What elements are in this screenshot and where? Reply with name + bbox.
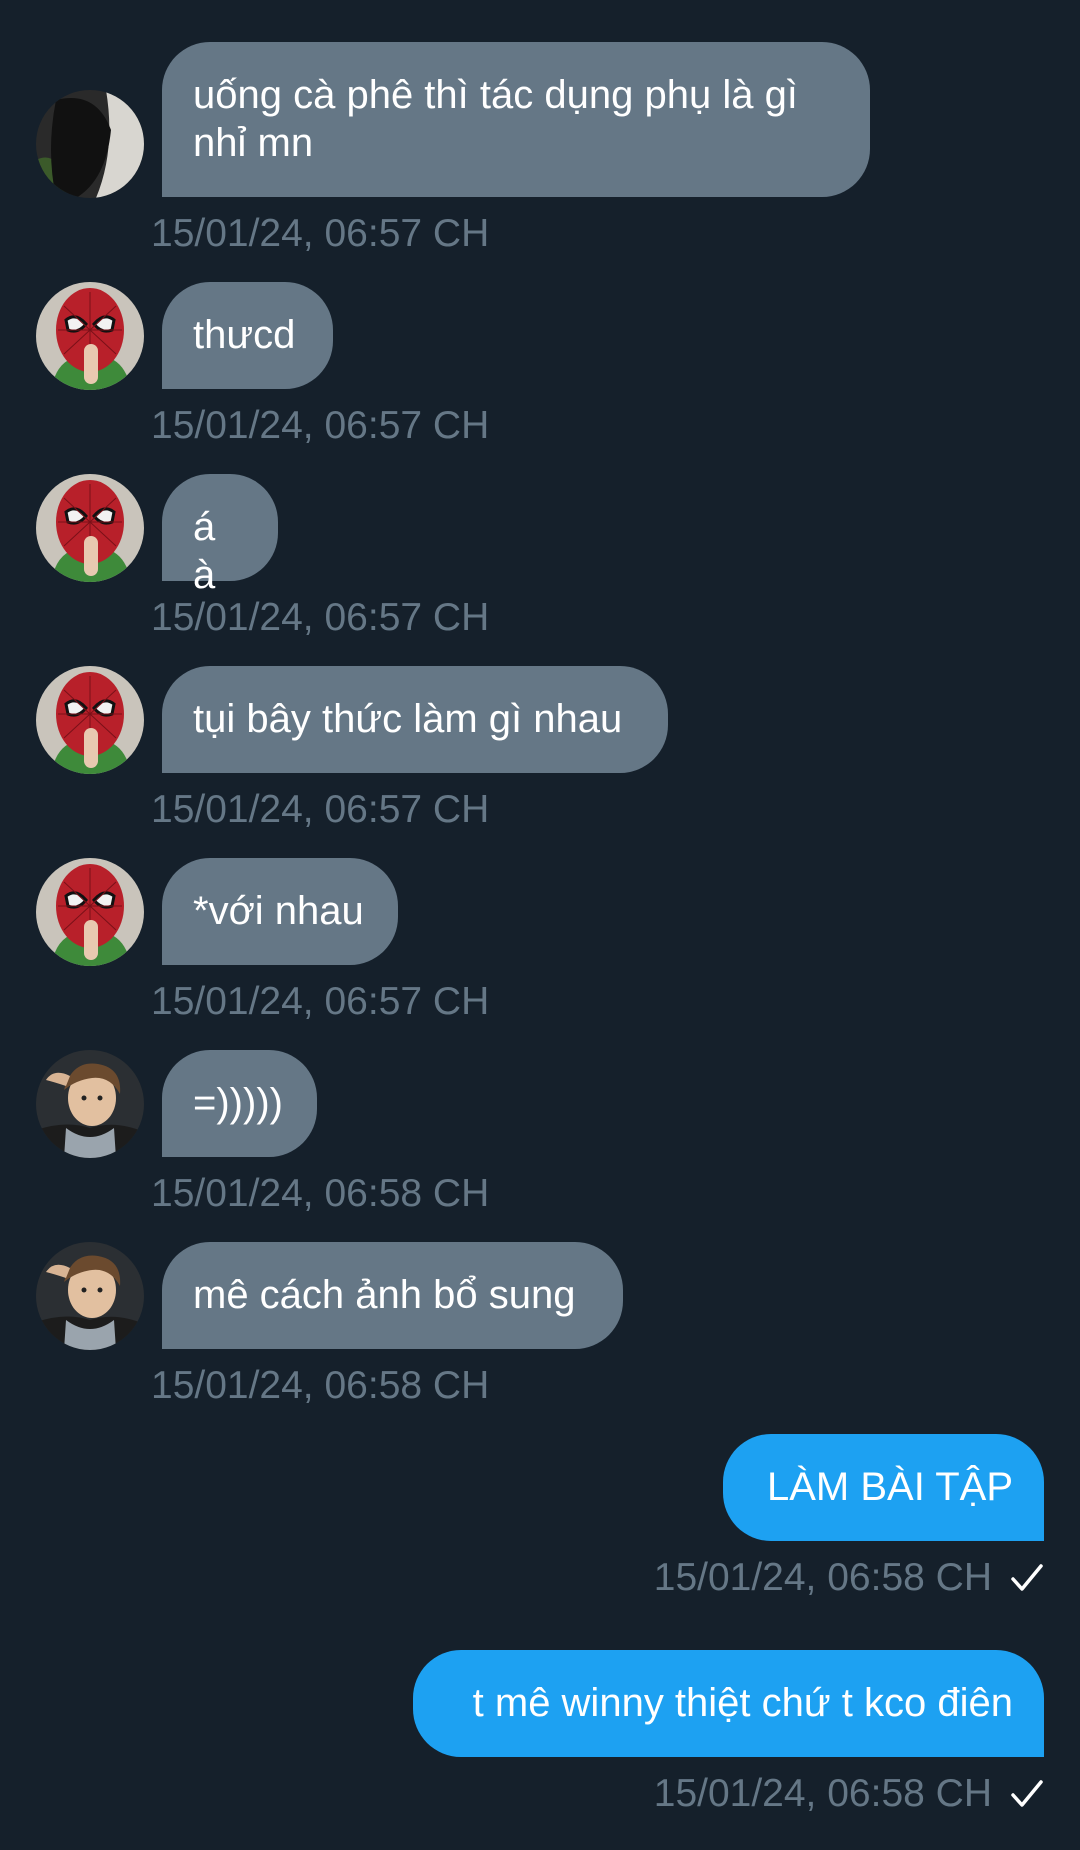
spiderman-avatar-icon — [36, 666, 144, 774]
boy-avatar-icon — [36, 1050, 144, 1158]
message-bubble[interactable]: mê cách ảnh bổ sung — [162, 1242, 623, 1349]
sender-avatar[interactable] — [36, 90, 144, 198]
message-timestamp: 15/01/24, 06:58 CH — [151, 1364, 490, 1407]
spiderman-avatar-icon — [36, 474, 144, 582]
check-icon — [1011, 1780, 1043, 1807]
sender-avatar[interactable] — [36, 1050, 144, 1158]
sender-avatar[interactable] — [36, 474, 144, 582]
boy-avatar-icon — [36, 1242, 144, 1350]
message-bubble[interactable]: uống cà phê thì tác dụng phụ là gì nhỉ m… — [162, 42, 870, 197]
check-icon — [1011, 1564, 1043, 1591]
message-text: mê cách ảnh bổ sung — [193, 1273, 576, 1317]
message-time-text: 15/01/24, 06:58 CH — [653, 1556, 992, 1599]
message-text: *với nhau — [193, 889, 364, 933]
message-bubble[interactable]: =))))) — [162, 1050, 317, 1157]
message-timestamp: 15/01/24, 06:57 CH — [151, 212, 490, 255]
message-bubble[interactable]: thưcd — [162, 282, 333, 389]
message-bubble[interactable]: *với nhau — [162, 858, 398, 965]
message-timestamp: 15/01/24, 06:57 CH — [151, 404, 490, 447]
message-text: á à — [193, 505, 216, 597]
sender-avatar[interactable] — [36, 666, 144, 774]
message-timestamp: 15/01/24, 06:58 CH — [654, 1772, 1044, 1816]
message-text: tụi bây thức làm gì nhau — [193, 697, 623, 741]
message-timestamp: 15/01/24, 06:58 CH — [654, 1556, 1044, 1600]
message-bubble[interactable]: LÀM BÀI TẬP — [723, 1434, 1044, 1541]
spiderman-avatar-icon — [36, 282, 144, 390]
sender-avatar[interactable] — [36, 1242, 144, 1350]
message-timestamp: 15/01/24, 06:57 CH — [151, 596, 490, 639]
spiderman-avatar-icon — [36, 858, 144, 966]
message-text: LÀM BÀI TẬP — [766, 1465, 1013, 1509]
message-time-text: 15/01/24, 06:58 CH — [653, 1772, 992, 1815]
message-timestamp: 15/01/24, 06:57 CH — [151, 788, 490, 831]
message-bubble[interactable]: á à — [162, 474, 278, 597]
sender-avatar[interactable] — [36, 858, 144, 966]
message-text: thưcd — [193, 313, 296, 357]
dark-avatar-icon — [36, 90, 144, 198]
message-text: t mê winny thiệt chứ t kco điên — [472, 1681, 1013, 1725]
message-bubble[interactable]: t mê winny thiệt chứ t kco điên — [413, 1650, 1044, 1757]
message-bubble[interactable]: tụi bây thức làm gì nhau — [162, 666, 668, 773]
message-text: =))))) — [193, 1081, 283, 1125]
message-timestamp: 15/01/24, 06:57 CH — [151, 980, 490, 1023]
message-text: uống cà phê thì tác dụng phụ là gì nhỉ m… — [193, 73, 798, 165]
sender-avatar[interactable] — [36, 282, 144, 390]
message-timestamp: 15/01/24, 06:58 CH — [151, 1172, 490, 1215]
